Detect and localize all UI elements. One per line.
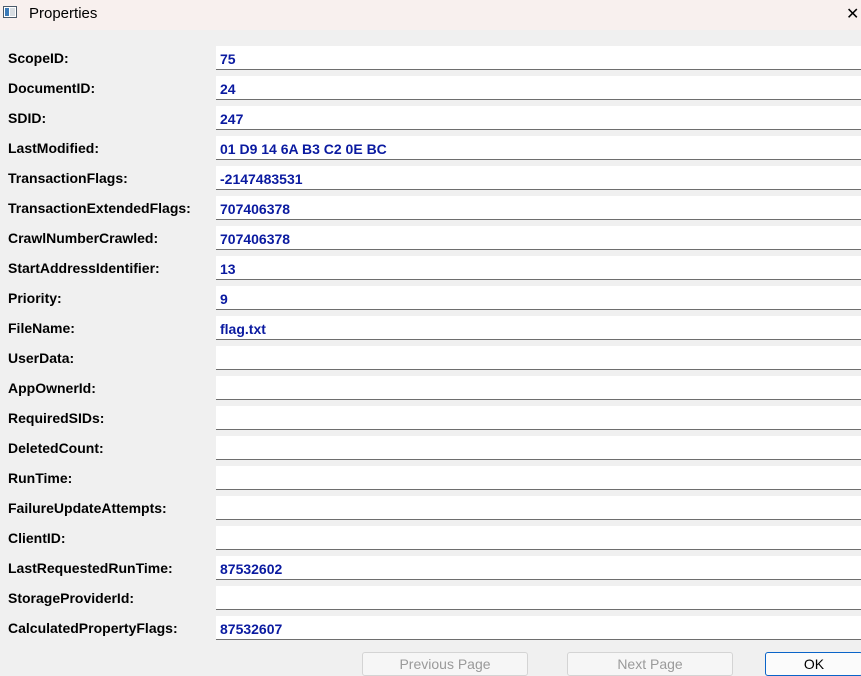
property-label: CalculatedPropertyFlags: [8, 620, 178, 636]
property-row-priority: Priority: 9 [0, 286, 861, 310]
property-value-field[interactable]: 707406378 [216, 196, 861, 220]
property-label: DocumentID: [8, 80, 96, 96]
property-row-transactionextendedflags: TransactionExtendedFlags: 707406378 [0, 196, 861, 220]
property-label: Priority: [8, 290, 62, 306]
next-page-button[interactable]: Next Page [567, 652, 733, 676]
property-label: RunTime: [8, 470, 73, 486]
property-value-field[interactable] [216, 526, 861, 550]
previous-page-button[interactable]: Previous Page [362, 652, 528, 676]
property-value-field[interactable] [216, 376, 861, 400]
property-label: ScopeID: [8, 50, 69, 66]
property-value-field[interactable] [216, 586, 861, 610]
property-label: TransactionExtendedFlags: [8, 200, 191, 216]
property-row-documentid: DocumentID: 24 [0, 76, 861, 100]
property-row-calculatedpropertyflags: CalculatedPropertyFlags: 87532607 [0, 616, 861, 640]
property-value-field[interactable] [216, 436, 861, 460]
title-bar: Properties ✕ [0, 0, 861, 30]
property-row-crawlnumbercrawled: CrawlNumberCrawled: 707406378 [0, 226, 861, 250]
ok-button[interactable]: OK [765, 652, 861, 676]
property-label: AppOwnerId: [8, 380, 96, 396]
property-row-failureupdateattempts: FailureUpdateAttempts: [0, 496, 861, 520]
property-row-deletedcount: DeletedCount: [0, 436, 861, 460]
property-row-startaddressidentifier: StartAddressIdentifier: 13 [0, 256, 861, 280]
window-title: Properties [29, 5, 98, 22]
property-label: DeletedCount: [8, 440, 104, 456]
property-value-field[interactable] [216, 496, 861, 520]
property-label: UserData: [8, 350, 75, 366]
property-label: RequiredSIDs: [8, 410, 105, 426]
property-row-transactionflags: TransactionFlags: -2147483531 [0, 166, 861, 190]
property-label: FailureUpdateAttempts: [8, 500, 167, 516]
property-row-lastrequestedruntime: LastRequestedRunTime: 87532602 [0, 556, 861, 580]
property-row-requiredsids: RequiredSIDs: [0, 406, 861, 430]
property-value-field[interactable]: 9 [216, 286, 861, 310]
property-label: FileName: [8, 320, 75, 336]
property-row-clientid: ClientID: [0, 526, 861, 550]
close-icon[interactable]: ✕ [846, 2, 861, 26]
property-value-field[interactable] [216, 346, 861, 370]
property-value-field[interactable] [216, 406, 861, 430]
property-value-field[interactable]: 87532602 [216, 556, 861, 580]
property-label: StorageProviderId: [8, 590, 135, 606]
property-value-field[interactable]: 01 D9 14 6A B3 C2 0E BC [216, 136, 861, 160]
property-row-runtime: RunTime: [0, 466, 861, 490]
property-value-field[interactable]: flag.txt [216, 316, 861, 340]
property-value-field[interactable]: 247 [216, 106, 861, 130]
property-value-field[interactable]: 87532607 [216, 616, 861, 640]
property-label: StartAddressIdentifier: [8, 260, 160, 276]
properties-window-icon [3, 6, 17, 18]
property-value-field[interactable]: 24 [216, 76, 861, 100]
property-row-userdata: UserData: [0, 346, 861, 370]
property-value-field[interactable]: 75 [216, 46, 861, 70]
property-label: ClientID: [8, 530, 66, 546]
property-label: CrawlNumberCrawled: [8, 230, 159, 246]
property-label: SDID: [8, 110, 47, 126]
property-label: LastRequestedRunTime: [8, 560, 173, 576]
property-label: TransactionFlags: [8, 170, 128, 186]
property-row-sdid: SDID: 247 [0, 106, 861, 130]
property-value-field[interactable]: -2147483531 [216, 166, 861, 190]
property-row-storageproviderid: StorageProviderId: [0, 586, 861, 610]
property-value-field[interactable]: 13 [216, 256, 861, 280]
property-value-field[interactable] [216, 466, 861, 490]
property-label: LastModified: [8, 140, 99, 156]
property-row-lastmodified: LastModified: 01 D9 14 6A B3 C2 0E BC [0, 136, 861, 160]
property-row-appownerid: AppOwnerId: [0, 376, 861, 400]
property-value-field[interactable]: 707406378 [216, 226, 861, 250]
property-row-scopeid: ScopeID: 75 [0, 46, 861, 70]
property-row-filename: FileName: flag.txt [0, 316, 861, 340]
